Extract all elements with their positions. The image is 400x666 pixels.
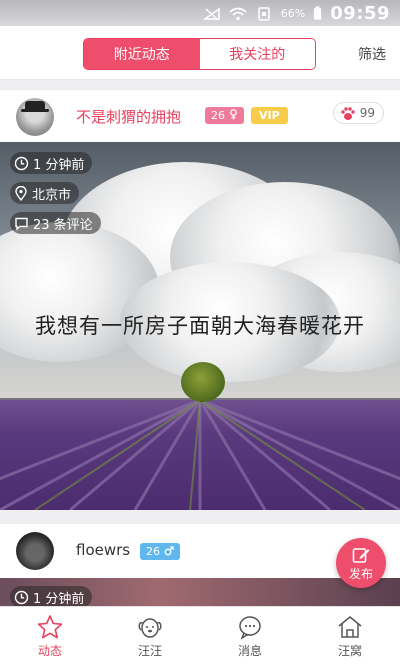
post-image[interactable]: 1 分钟前 北京市 23 条评论 我想有一所房子面朝大海春暖花开 (0, 142, 400, 510)
nav-item-woof[interactable]: 汪汪 (100, 607, 200, 666)
avatar-hat-brim (21, 109, 49, 112)
battery-icon (314, 6, 322, 20)
tab-nearby[interactable]: 附近动态 (84, 39, 200, 69)
female-icon (229, 109, 237, 120)
post-header: 不是刺猬的拥抱 26 VIP 99 (0, 90, 400, 142)
wifi-icon (229, 7, 247, 20)
post-time-text: 1 分钟前 (33, 591, 85, 607)
edit-icon (352, 547, 370, 563)
vip-badge: VIP (251, 107, 288, 124)
message-icon (239, 616, 261, 640)
star-icon (37, 615, 63, 639)
paw-icon (341, 106, 355, 120)
like-button[interactable]: 99 (332, 102, 384, 124)
field-rows (0, 398, 400, 510)
status-time: 09:59 (330, 3, 390, 24)
nav-item-home[interactable]: 汪窝 (300, 607, 400, 666)
post-time: 1 分钟前 (10, 152, 93, 174)
sim-card-icon (258, 6, 270, 21)
nav-item-messages[interactable]: 消息 (200, 607, 300, 666)
home-icon (338, 616, 362, 638)
post-comments[interactable]: 23 条评论 (10, 212, 101, 234)
username[interactable]: 不是刺猬的拥抱 (76, 106, 181, 127)
top-header: 附近动态 我关注的 筛选 (0, 26, 400, 80)
nav-label: 消息 (237, 644, 262, 658)
post-time-text: 1 分钟前 (33, 157, 85, 173)
nav-item-feed[interactable]: 动态 (0, 607, 100, 666)
status-bar: 66% 09:59 (0, 0, 400, 26)
post-time: 1 分钟前 (10, 586, 93, 607)
publish-button[interactable]: 发布 (336, 538, 386, 588)
avatar[interactable] (16, 532, 54, 570)
post-comments-text: 23 条评论 (33, 217, 93, 233)
post-location-text: 北京市 (32, 187, 72, 203)
no-signal-icon (202, 7, 220, 21)
bottom-nav: 动态 汪汪 消息 汪窝 (0, 606, 400, 666)
status-indicators: 66% 09:59 (202, 3, 390, 24)
battery-percent: 66% (280, 7, 306, 20)
clock-icon (14, 156, 29, 170)
location-pin-icon (15, 185, 27, 201)
dog-icon (138, 618, 162, 638)
nav-label: 汪窝 (337, 644, 362, 658)
tab-following[interactable]: 我关注的 (199, 39, 315, 69)
tree-crown (181, 362, 225, 402)
age-badge: 26 (205, 107, 244, 124)
nav-label: 汪汪 (137, 644, 162, 658)
publish-label: 发布 (348, 566, 373, 581)
male-icon (164, 546, 174, 556)
lavender-field (0, 398, 400, 510)
post-quote: 我想有一所房子面朝大海春暖花开 (35, 314, 365, 338)
post-location[interactable]: 北京市 (10, 182, 80, 204)
age-badge: 26 (140, 543, 180, 560)
post-image[interactable]: 1 分钟前 (0, 578, 400, 606)
nav-label: 动态 (37, 644, 62, 658)
avatar[interactable] (16, 98, 54, 136)
age-value: 26 (211, 109, 225, 122)
like-count: 99 (359, 106, 375, 120)
feed-tab-switch: 附近动态 我关注的 (83, 38, 316, 70)
comment-icon (15, 217, 28, 230)
filter-button[interactable]: 筛选 (358, 44, 386, 64)
clock-icon (14, 590, 29, 604)
age-value: 26 (146, 545, 160, 558)
username[interactable]: floewrs (76, 541, 130, 559)
